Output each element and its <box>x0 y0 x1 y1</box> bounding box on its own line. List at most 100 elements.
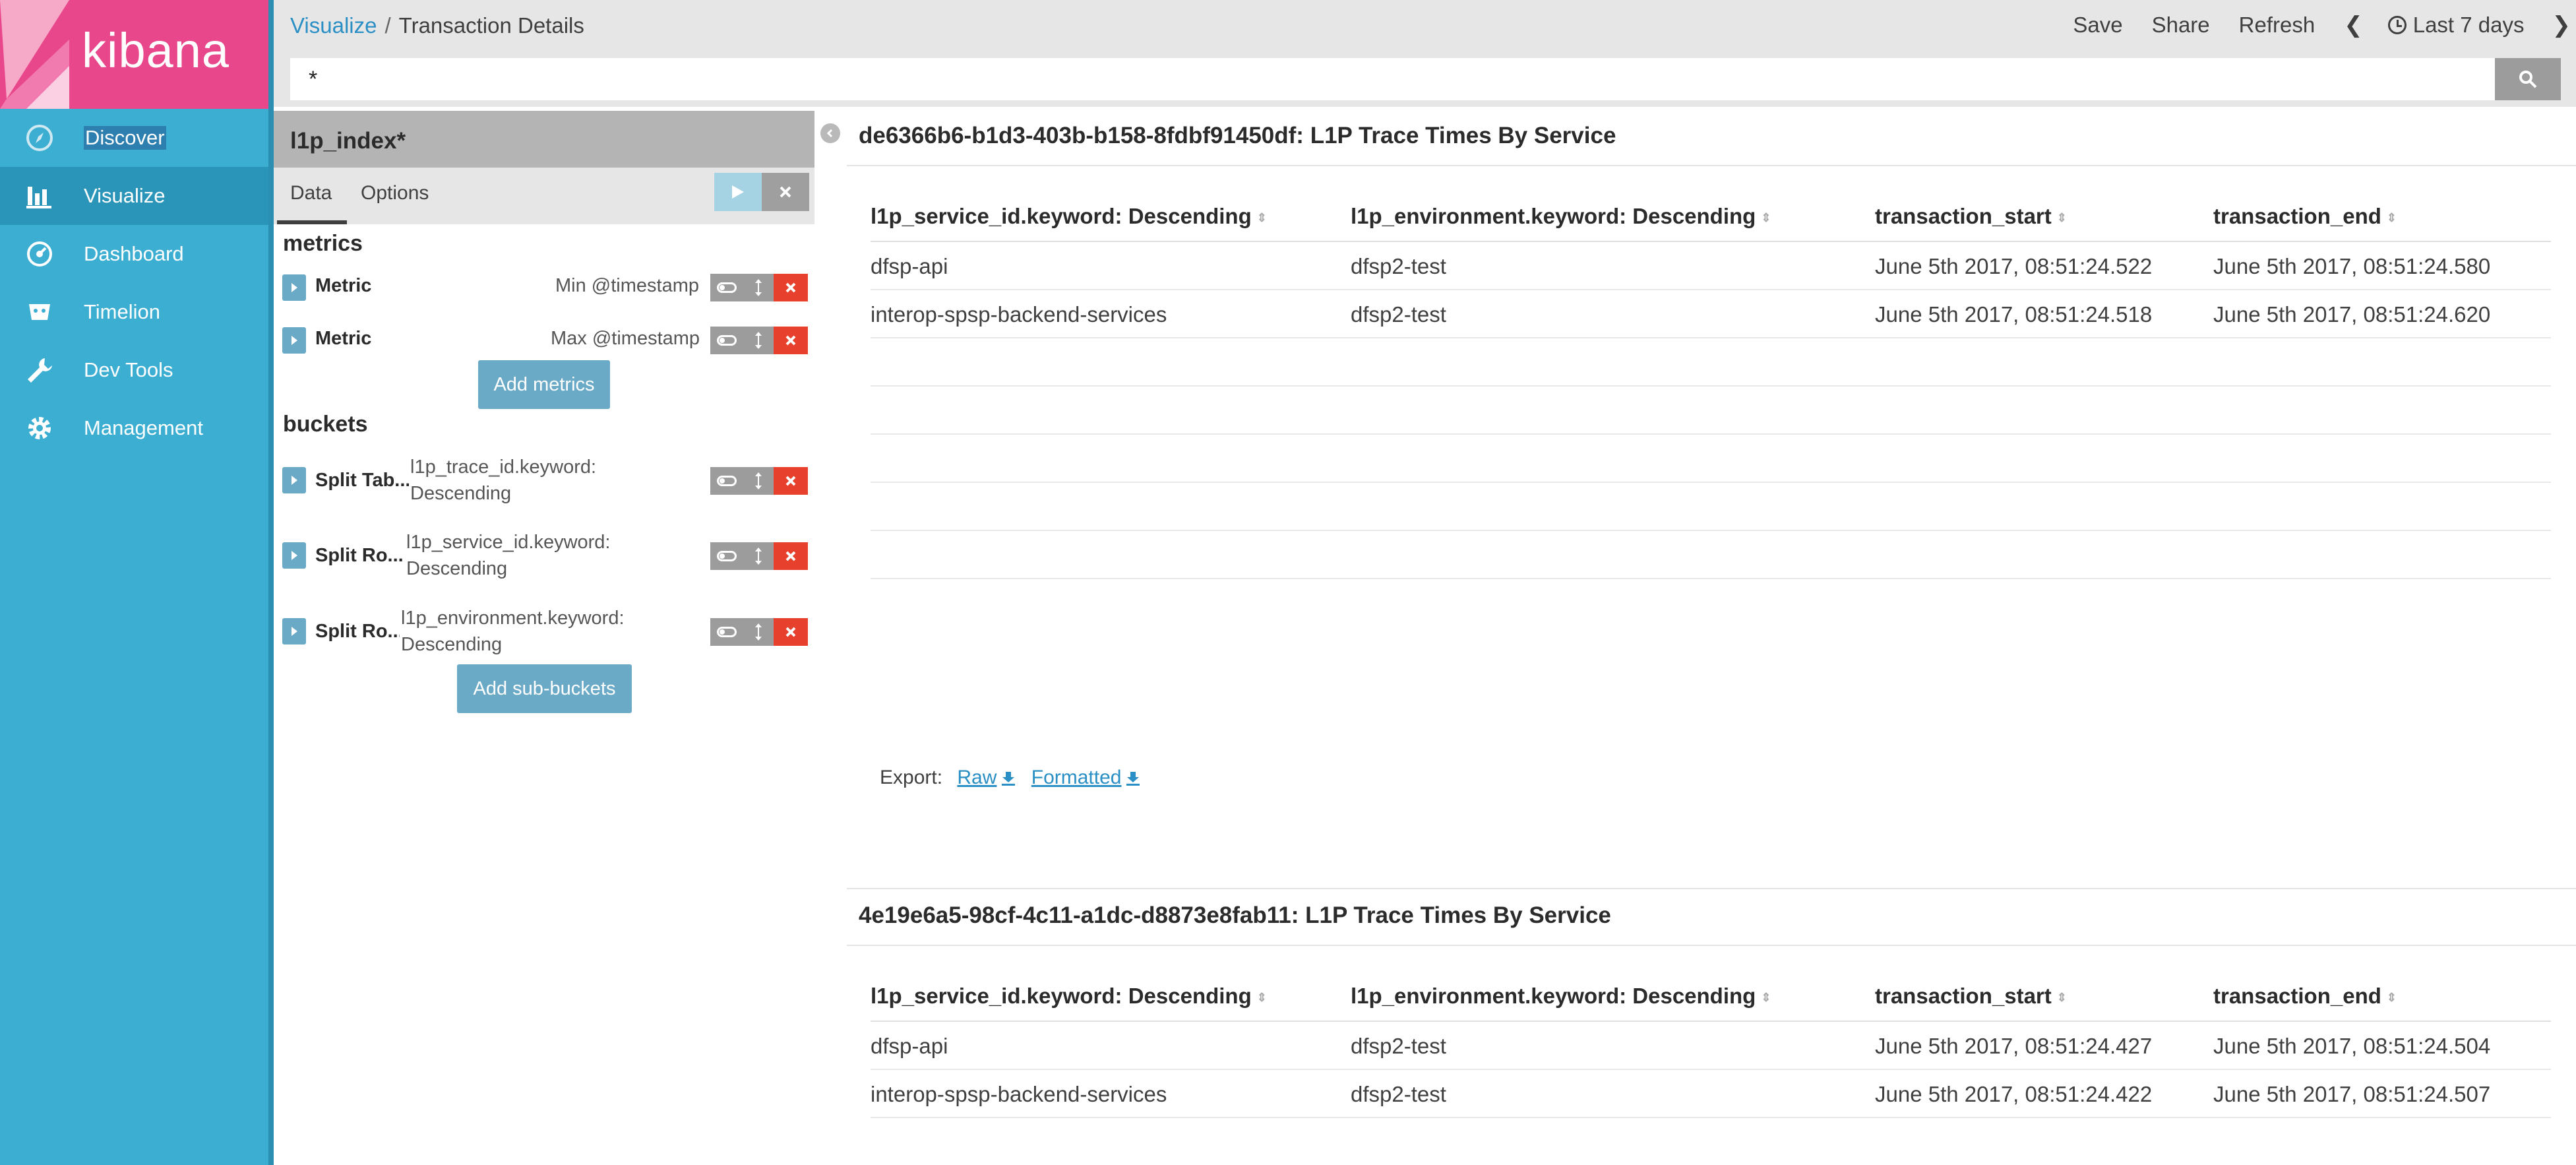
time-next-button[interactable]: ❯ <box>2552 12 2571 38</box>
close-icon <box>780 186 791 198</box>
metric-desc: Max @timestamp <box>551 328 700 349</box>
table-cell: June 5th 2017, 08:51:24.422 <box>1875 1082 2153 1106</box>
nav-label-timelion: Timelion <box>84 300 160 323</box>
search-input[interactable] <box>290 58 2495 100</box>
export-raw-label: Raw <box>957 767 997 788</box>
empty-row <box>871 435 2551 483</box>
time-picker-button[interactable]: Last 7 days <box>2387 13 2525 38</box>
expand-bucket-button[interactable] <box>282 618 306 645</box>
reorder-agg-handle[interactable] <box>743 274 774 301</box>
nav-item-management[interactable]: Management <box>0 399 268 457</box>
sort-handle-icon <box>755 332 762 349</box>
breadcrumb-current: Transaction Details <box>398 13 584 38</box>
table-header-row: l1p_service_id.keyword: Descending ⇕ l1p_… <box>871 189 2551 242</box>
table-title: de6366b6-b1d3-403b-b158-8fdbf91450df: L1… <box>859 123 1616 148</box>
toggle-agg-button[interactable] <box>710 542 743 570</box>
nav-label-dashboard: Dashboard <box>84 242 184 265</box>
metrics-section-title: metrics <box>283 231 363 256</box>
export-raw-link[interactable]: Raw <box>957 767 1016 788</box>
table-row: interop-spsp-backend-services dfsp2-test… <box>871 290 2551 338</box>
search-button[interactable] <box>2495 58 2561 100</box>
kibana-logo[interactable]: kibana <box>0 0 274 109</box>
caret-right-icon <box>291 336 297 345</box>
play-icon <box>732 185 744 199</box>
empty-row <box>871 338 2551 387</box>
collapse-sidebar-button[interactable] <box>820 123 840 143</box>
reorder-agg-handle[interactable] <box>743 618 774 646</box>
remove-agg-button[interactable] <box>774 542 808 570</box>
table-cell: interop-spsp-backend-services <box>871 1082 1167 1106</box>
compass-icon <box>26 125 53 151</box>
toggle-icon <box>717 551 737 561</box>
column-header[interactable]: l1p_environment.keyword: Descending ⇕ <box>1351 204 1771 229</box>
refresh-button[interactable]: Refresh <box>2239 13 2315 38</box>
remove-agg-button[interactable] <box>774 327 808 354</box>
toggle-agg-button[interactable] <box>710 618 743 646</box>
metric-controls <box>710 327 811 354</box>
bucket-field: l1p_service_id.keyword: <box>406 532 611 553</box>
apply-changes-button[interactable] <box>714 173 762 211</box>
nav-edge <box>268 0 274 1165</box>
export-formatted-label: Formatted <box>1031 767 1122 788</box>
column-header[interactable]: l1p_environment.keyword: Descending ⇕ <box>1351 984 1771 1009</box>
table-cell: June 5th 2017, 08:51:24.580 <box>2213 254 2491 278</box>
bucket-order: Descending <box>401 634 503 655</box>
remove-agg-button[interactable] <box>774 467 808 495</box>
breadcrumb-visualize-link[interactable]: Visualize <box>290 13 377 38</box>
expand-metric-button[interactable] <box>282 327 306 354</box>
sort-icon: ⇕ <box>2056 991 2067 1005</box>
dashboard-icon <box>27 241 52 267</box>
toggle-agg-button[interactable] <box>710 327 743 354</box>
close-icon <box>785 335 796 346</box>
save-button[interactable]: Save <box>2073 13 2122 38</box>
tab-options[interactable]: Options <box>361 182 429 205</box>
table-row: dfsp-api dfsp2-test June 5th 2017, 08:51… <box>871 1022 2551 1070</box>
export-label: Export: <box>880 767 943 788</box>
export-formatted-link[interactable]: Formatted <box>1031 767 1142 788</box>
nav-item-timelion[interactable]: Timelion <box>0 283 268 341</box>
top-actions: Save Share Refresh ❮ Last 7 days ❯ <box>2073 12 2576 38</box>
tab-data[interactable]: Data <box>290 182 332 205</box>
column-header[interactable]: transaction_end ⇕ <box>2213 984 2397 1009</box>
column-header[interactable]: transaction_start ⇕ <box>1875 984 2067 1009</box>
index-pattern-bar: l1p_index* <box>274 111 814 168</box>
logo-text: kibana <box>82 23 230 78</box>
toggle-agg-button[interactable] <box>710 467 743 495</box>
nav-label-dev-tools: Dev Tools <box>84 358 173 381</box>
reorder-agg-handle[interactable] <box>743 467 774 495</box>
column-header-label: transaction_start <box>1875 204 2052 228</box>
expand-metric-button[interactable] <box>282 274 306 301</box>
remove-agg-button[interactable] <box>774 618 808 646</box>
bucket-field: l1p_trace_id.keyword: <box>410 457 597 478</box>
column-header-label: transaction_end <box>2213 204 2381 228</box>
add-metrics-button[interactable]: Add metrics <box>478 360 610 409</box>
toggle-agg-button[interactable] <box>710 274 743 301</box>
toggle-icon <box>717 476 737 486</box>
discard-changes-button[interactable] <box>762 173 809 211</box>
expand-bucket-button[interactable] <box>282 542 306 569</box>
nav-item-dev-tools[interactable]: Dev Tools <box>0 341 268 399</box>
metric-desc: Min @timestamp <box>555 275 699 296</box>
time-prev-button[interactable]: ❮ <box>2344 12 2363 38</box>
column-header[interactable]: transaction_end ⇕ <box>2213 204 2397 229</box>
column-header[interactable]: l1p_service_id.keyword: Descending ⇕ <box>871 204 1267 229</box>
table-cell: June 5th 2017, 08:51:24.427 <box>1875 1034 2153 1058</box>
share-button[interactable]: Share <box>2152 13 2210 38</box>
add-sub-buckets-button[interactable]: Add sub-buckets <box>457 664 632 713</box>
table-cell: interop-spsp-backend-services <box>871 302 1167 327</box>
nav-item-discover[interactable]: Discover <box>0 109 268 167</box>
nav-item-visualize[interactable]: Visualize <box>0 167 268 225</box>
column-header[interactable]: transaction_start ⇕ <box>1875 204 2067 229</box>
nav-item-dashboard[interactable]: Dashboard <box>0 225 268 283</box>
sort-handle-icon <box>755 623 762 641</box>
editor-controls <box>714 173 809 211</box>
reorder-agg-handle[interactable] <box>743 327 774 354</box>
remove-agg-button[interactable] <box>774 274 808 301</box>
clock-icon <box>2387 16 2407 34</box>
table-cell: dfsp2-test <box>1351 254 1446 278</box>
vis-editor-sidebar: l1p_index* Data Options metrics Metric M… <box>274 107 814 1165</box>
toggle-icon <box>717 627 737 637</box>
column-header[interactable]: l1p_service_id.keyword: Descending ⇕ <box>871 984 1267 1009</box>
reorder-agg-handle[interactable] <box>743 542 774 570</box>
expand-bucket-button[interactable] <box>282 467 306 493</box>
